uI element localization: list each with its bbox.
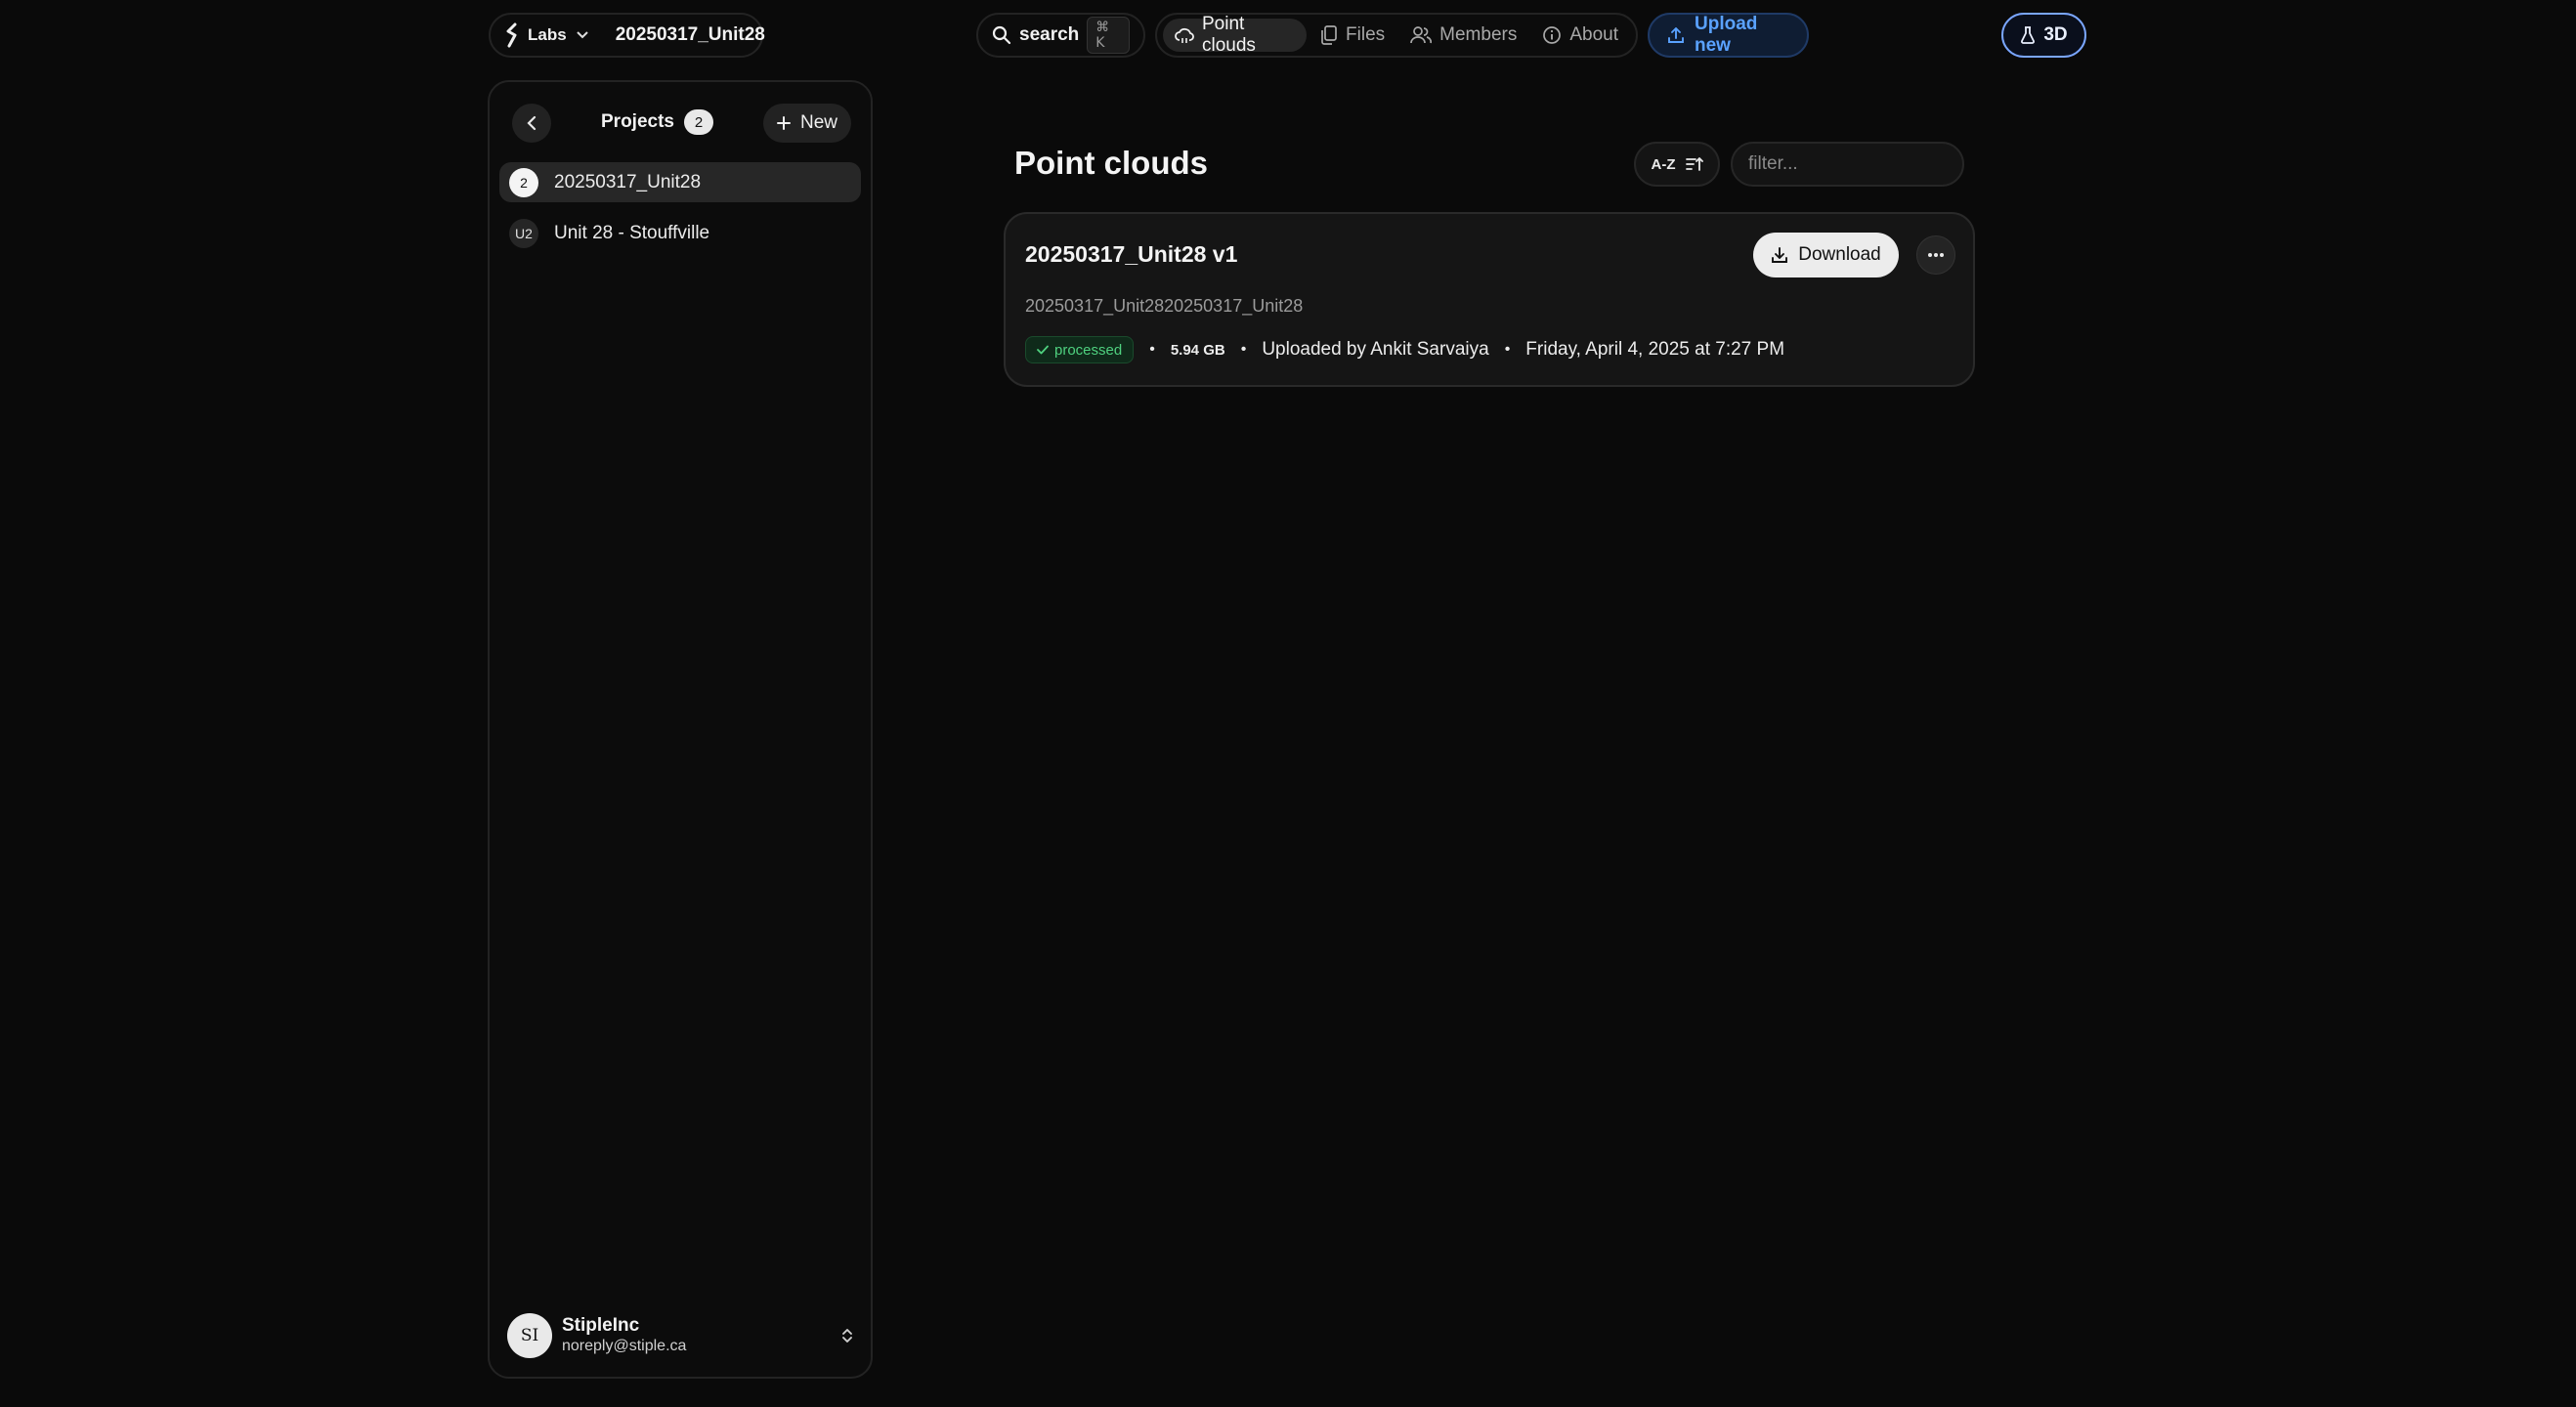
projects-sidebar: Projects 2 New 2 20250317_Unit28 U2 Unit… — [488, 80, 873, 1379]
org-menu-button[interactable]: Labs — [504, 22, 588, 48]
check-icon — [1037, 345, 1049, 355]
project-name: Unit 28 - Stouffville — [554, 222, 710, 243]
sort-button[interactable]: A-Z — [1634, 142, 1720, 187]
project-avatar: U2 — [509, 218, 538, 248]
flask-icon — [2020, 26, 2036, 44]
back-button[interactable] — [512, 104, 551, 143]
uploader: Uploaded by Ankit Sarvaiya — [1262, 339, 1489, 360]
chevron-down-icon — [576, 31, 588, 39]
project-avatar: 2 — [509, 167, 538, 197]
chevron-left-icon — [527, 115, 537, 131]
point-cloud-meta: processed • 5.94 GB • Uploaded by Ankit … — [1025, 336, 1784, 363]
search-shortcut-hint: ⌘ K — [1087, 17, 1130, 54]
download-label: Download — [1798, 244, 1881, 265]
files-icon — [1320, 25, 1338, 45]
file-size: 5.94 GB — [1170, 341, 1225, 359]
separator-dot: • — [1240, 341, 1247, 358]
user-name: StipleInc — [562, 1315, 640, 1336]
search-icon — [992, 25, 1011, 45]
upload-label: Upload new — [1695, 14, 1758, 56]
tab-about[interactable]: About — [1530, 19, 1630, 52]
projects-heading: Projects — [601, 111, 674, 132]
project-item[interactable]: 2 20250317_Unit28 — [499, 162, 861, 202]
search-button[interactable]: search ⌘ K — [976, 13, 1145, 58]
separator-dot: • — [1149, 341, 1155, 358]
sort-label: A-Z — [1651, 155, 1676, 173]
tab-label: Point clouds — [1202, 14, 1256, 56]
labs-logo-icon — [504, 22, 522, 48]
org-switcher[interactable]: Labs 20250317_Unit28 — [489, 13, 765, 58]
3d-mode-button[interactable]: 3D — [2001, 13, 2086, 58]
tab-members[interactable]: Members — [1398, 19, 1528, 52]
sidebar-header: Projects 2 New — [490, 82, 871, 162]
mode-label: 3D — [2043, 24, 2068, 45]
status-badge: processed — [1025, 336, 1135, 363]
user-menu[interactable]: SI StipleInc noreply@stiple.ca — [507, 1308, 853, 1363]
chevron-up-down-icon[interactable] — [841, 1327, 853, 1344]
separator-dot: • — [1504, 341, 1511, 358]
sidebar-title: Projects 2 — [601, 109, 713, 135]
ellipsis-icon — [1927, 252, 1945, 258]
avatar: SI — [507, 1313, 552, 1358]
tab-point-clouds[interactable]: Point clouds — [1163, 14, 1308, 56]
more-options-button[interactable] — [1916, 235, 1955, 275]
org-label: Labs — [528, 25, 567, 44]
tab-label: Files — [1346, 24, 1386, 45]
plus-icon — [776, 116, 791, 130]
point-cloud-title: 20250317_Unit28 v1 — [1025, 241, 1238, 267]
upload-date: Friday, April 4, 2025 at 7:27 PM — [1525, 339, 1785, 360]
top-bar: Labs 20250317_Unit28 search ⌘ K Point cl… — [0, 13, 2576, 58]
sort-ascending-icon — [1685, 156, 1703, 172]
download-button[interactable]: Download — [1753, 233, 1899, 277]
tab-label: Members — [1439, 24, 1518, 45]
new-project-button[interactable]: New — [762, 104, 851, 143]
upload-new-button[interactable]: Upload new — [1648, 13, 1809, 58]
project-name: 20250317_Unit28 — [554, 171, 702, 192]
filter-input[interactable] — [1731, 142, 1964, 187]
search-label: search — [1019, 24, 1080, 45]
cloud-icon — [1175, 26, 1194, 44]
members-icon — [1410, 26, 1433, 44]
current-project-label[interactable]: 20250317_Unit28 — [616, 24, 765, 46]
point-cloud-card[interactable]: 20250317_Unit28 v1 Download 20250317_Uni… — [1004, 212, 1975, 387]
upload-icon — [1667, 26, 1685, 44]
projects-count-badge: 2 — [683, 109, 713, 135]
tab-label: About — [1569, 24, 1618, 45]
info-icon — [1542, 25, 1562, 45]
user-info: StipleInc noreply@stiple.ca — [562, 1315, 686, 1356]
new-label: New — [799, 112, 837, 133]
point-cloud-subtitle: 20250317_Unit2820250317_Unit28 — [1025, 296, 1304, 316]
download-icon — [1771, 246, 1788, 264]
page-title: Point clouds — [1014, 145, 1208, 181]
status-label: processed — [1054, 341, 1123, 359]
tab-files[interactable]: Files — [1309, 19, 1396, 52]
user-email: noreply@stiple.ca — [562, 1338, 687, 1354]
project-list: 2 20250317_Unit28 U2 Unit 28 - Stouffvil… — [490, 162, 871, 253]
nav-tabs: Point clouds Files Members About — [1155, 13, 1638, 58]
project-item[interactable]: U2 Unit 28 - Stouffville — [499, 213, 861, 253]
